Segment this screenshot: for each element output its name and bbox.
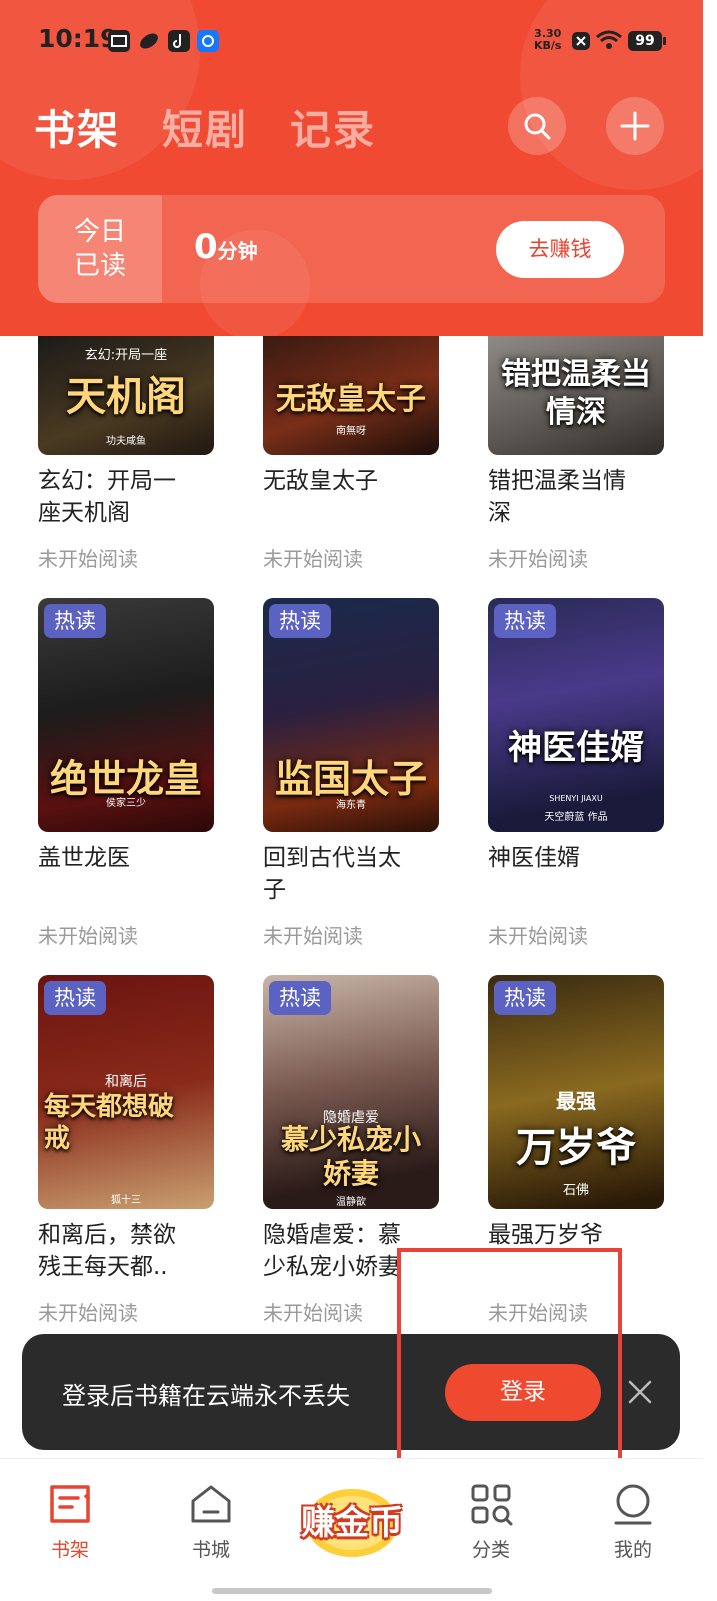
hot-badge: 热读 <box>494 981 556 1015</box>
book-item[interactable]: 热读 最强 万岁爷 石佛 最强万岁爷 <box>488 975 666 1251</box>
bookshelf-icon <box>50 1485 91 1523</box>
book-item[interactable]: 热读 监国太子 海东青 回到古代当太子 <box>263 598 441 906</box>
tab-short-drama[interactable]: 短剧 <box>162 96 248 156</box>
notification-x-icon <box>572 32 590 50</box>
tiktok-notification-icon <box>168 30 190 52</box>
bottom-nav: 书架 书城 赚金币 分类 我的 <box>0 1458 703 1601</box>
book-item[interactable]: 热读 隐婚虐爱 慕少私宠小娇妻 温静歆 隐婚虐爱：慕 少私宠小娇妻 <box>263 975 441 1283</box>
book-cover[interactable]: 热读 最强 万岁爷 石佛 <box>488 975 664 1209</box>
search-button[interactable] <box>508 97 566 155</box>
home-indicator <box>212 1588 492 1594</box>
hot-badge: 热读 <box>494 604 556 638</box>
reading-status: 未开始阅读 <box>263 1301 363 1325</box>
network-speed: 3.30 KB/s <box>534 27 562 52</box>
header: 10:19 3.30 KB/s 99 书架 短剧 记录 今日 已读 0分钟 去赚… <box>0 0 703 336</box>
search-icon <box>524 113 551 140</box>
nav-category[interactable]: 分类 <box>431 1459 551 1562</box>
earn-coins-button[interactable]: 赚金币 <box>288 1477 416 1561</box>
book-cover[interactable]: 热读 神医佳婿 SHENYI JIAXU 天空蔚蓝 作品 <box>488 598 664 832</box>
profile-icon <box>614 1484 652 1525</box>
login-prompt-banner: 登录后书籍在云端永不丢失 登录 <box>22 1334 680 1450</box>
reading-status: 未开始阅读 <box>263 924 363 948</box>
login-button[interactable]: 登录 <box>445 1364 601 1421</box>
book-cover[interactable]: 热读 隐婚虐爱 慕少私宠小娇妻 温静歆 <box>263 975 439 1209</box>
status-bar: 10:19 3.30 KB/s 99 <box>0 0 703 84</box>
hot-badge: 热读 <box>269 981 331 1015</box>
book-cover[interactable]: 玄幻:开局一座 天机阁 功夫咸鱼 <box>38 336 214 455</box>
top-tabs: 书架 短剧 记录 <box>34 96 376 156</box>
today-reading-card: 今日 已读 0分钟 去赚钱 <box>38 195 665 303</box>
book-cover[interactable]: 无敌皇太子 南無呀 <box>263 336 439 455</box>
reading-status: 未开始阅读 <box>488 924 588 948</box>
go-earn-button[interactable]: 去赚钱 <box>496 221 624 278</box>
nav-bookstore[interactable]: 书城 <box>151 1459 271 1562</box>
book-title: 神医佳婿 <box>488 845 580 871</box>
nav-label: 书架 <box>50 1539 89 1561</box>
reading-status: 未开始阅读 <box>263 547 363 571</box>
book-item[interactable]: 玄幻:开局一座 天机阁 功夫咸鱼 玄幻：开局一 座天机阁 <box>38 336 216 529</box>
leaf-notification-icon <box>138 30 160 52</box>
nav-label: 书城 <box>191 1539 230 1561</box>
nav-bookshelf[interactable]: 书架 <box>10 1459 130 1562</box>
reading-status: 未开始阅读 <box>488 547 588 571</box>
reading-status: 未开始阅读 <box>38 924 138 948</box>
wifi-icon <box>596 30 622 49</box>
book-title: 最强万岁爷 <box>488 1222 603 1248</box>
book-title: 无敌皇太子 <box>263 468 378 494</box>
plus-icon <box>620 111 650 141</box>
earn-coins-label: 赚金币 <box>301 1503 403 1543</box>
today-read-label: 今日 已读 <box>38 195 162 303</box>
book-cover[interactable]: 热读 和离后 每天都想破戒 狐十三 <box>38 975 214 1209</box>
home-icon <box>191 1485 231 1523</box>
book-title: 盖世龙医 <box>38 845 130 871</box>
app-notification-icon <box>197 30 219 52</box>
nav-profile[interactable]: 我的 <box>573 1459 693 1562</box>
category-grid-icon <box>471 1484 513 1526</box>
book-cover[interactable]: 错把温柔当情深 <box>488 336 664 455</box>
battery-indicator: 99 <box>628 31 666 51</box>
book-cover[interactable]: 热读 绝世龙皇 侯家三少 <box>38 598 214 832</box>
close-icon[interactable] <box>627 1379 653 1405</box>
book-title: 玄幻：开局一 座天机阁 <box>38 468 176 526</box>
book-item[interactable]: 热读 和离后 每天都想破戒 狐十三 和离后，禁欲 残王每天都.. <box>38 975 216 1283</box>
book-item[interactable]: 无敌皇太子 南無呀 无敌皇太子 <box>263 336 441 497</box>
hot-badge: 热读 <box>269 604 331 638</box>
tab-history[interactable]: 记录 <box>290 96 376 156</box>
add-book-button[interactable] <box>606 97 664 155</box>
book-item[interactable]: 热读 绝世龙皇 侯家三少 盖世龙医 <box>38 598 216 874</box>
book-title: 隐婚虐爱：慕 少私宠小娇妻 <box>263 1222 401 1280</box>
book-cover[interactable]: 热读 监国太子 海东青 <box>263 598 439 832</box>
book-title: 回到古代当太子 <box>263 845 401 903</box>
nav-label: 分类 <box>471 1539 510 1561</box>
hot-badge: 热读 <box>44 981 106 1015</box>
reading-status: 未开始阅读 <box>38 547 138 571</box>
book-item[interactable]: 热读 神医佳婿 SHENYI JIAXU 天空蔚蓝 作品 神医佳婿 <box>488 598 666 874</box>
reading-status: 未开始阅读 <box>38 1301 138 1325</box>
today-read-value: 0分钟 <box>194 227 258 267</box>
hot-badge: 热读 <box>44 604 106 638</box>
book-item[interactable]: 错把温柔当情深 错把温柔当情深 <box>488 336 666 529</box>
status-time: 10:19 <box>38 24 118 53</box>
book-title: 和离后，禁欲 残王每天都.. <box>38 1222 176 1280</box>
book-title: 错把温柔当情深 <box>488 468 626 526</box>
reading-status: 未开始阅读 <box>488 1301 588 1325</box>
tab-bookshelf[interactable]: 书架 <box>34 96 120 156</box>
mail-notification-icon <box>108 30 130 52</box>
nav-label: 我的 <box>613 1539 652 1561</box>
login-prompt-text: 登录后书籍在云端永不丢失 <box>62 1382 350 1410</box>
